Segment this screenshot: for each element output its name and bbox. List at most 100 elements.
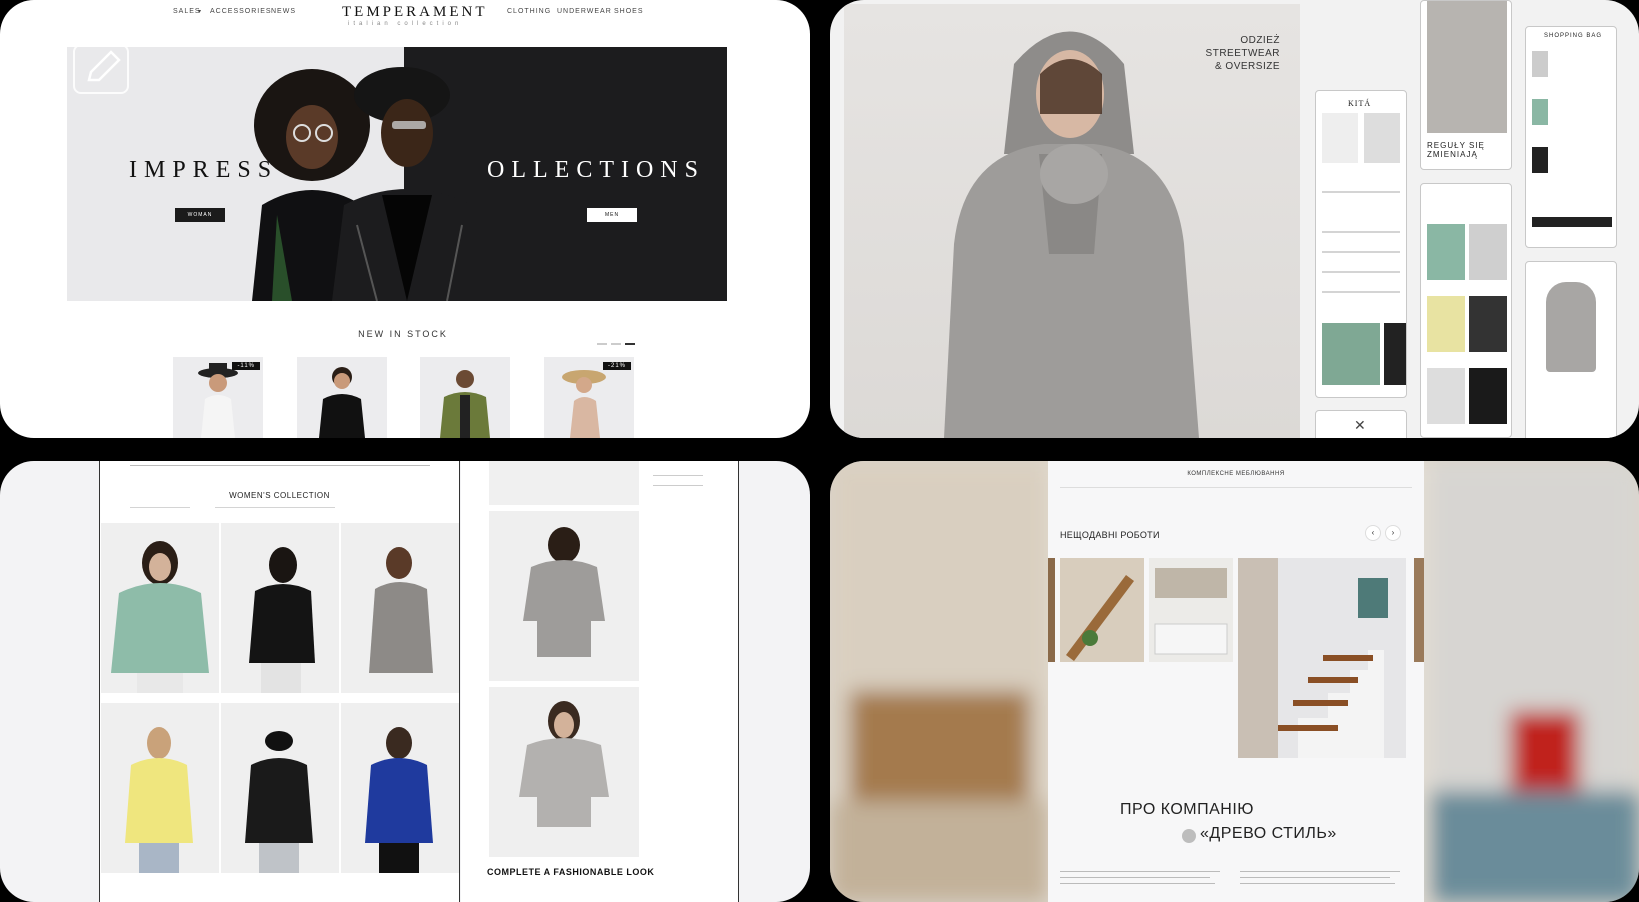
nav-news[interactable]: NEWS xyxy=(271,8,296,15)
product-thumb[interactable] xyxy=(1427,224,1465,280)
drevo-style-preview: КОМПЛЕКСНЕ МЕБЛЮВАННЯ НЕЩОДАВНІ РОБОТИ ‹… xyxy=(830,461,1639,902)
gallery-photo[interactable] xyxy=(1060,558,1144,662)
brand-logo: KITÁ xyxy=(1348,99,1372,108)
filter-row[interactable] xyxy=(1322,291,1400,293)
pager-dot-active[interactable] xyxy=(625,343,635,345)
slogan-line: ZMIENIAJĄ xyxy=(1427,150,1478,159)
gallery-photo[interactable] xyxy=(1149,558,1233,662)
filter-row[interactable] xyxy=(1322,271,1400,273)
product-gallery-image[interactable] xyxy=(489,687,639,857)
hero-right-heading: OLLECTIONS xyxy=(487,157,705,183)
filter-row[interactable] xyxy=(1322,251,1400,253)
product-thumb[interactable] xyxy=(1469,224,1507,280)
add-to-cart-button[interactable] xyxy=(653,485,703,486)
product-card[interactable]: -21% xyxy=(544,357,634,438)
pager-dot[interactable] xyxy=(611,343,621,345)
edit-icon[interactable] xyxy=(73,44,129,94)
brand-logo[interactable]: TEMPERAMENT xyxy=(342,4,488,21)
product-detail-page: COMPLETE A FASHIONABLE LOOK xyxy=(461,461,739,902)
slogan: REGUŁY SIĘ ZMIENIAJĄ xyxy=(1427,141,1485,159)
nav-sales[interactable]: SALES xyxy=(173,8,201,15)
discount-badge: -21% xyxy=(602,362,631,370)
category-tabs[interactable] xyxy=(215,507,335,508)
cart-item-thumb xyxy=(1532,147,1548,173)
men-button[interactable]: MEN xyxy=(587,208,637,222)
checkout-button[interactable] xyxy=(1532,217,1612,227)
product-card[interactable] xyxy=(420,357,510,438)
size-selector[interactable] xyxy=(653,475,703,476)
stairs-image xyxy=(1238,558,1406,758)
product-image xyxy=(1546,282,1596,372)
gallery-photo[interactable] xyxy=(1414,558,1424,662)
carousel-prev-button[interactable]: ‹ xyxy=(1365,525,1381,541)
top-menu-bar xyxy=(130,465,430,466)
brand-tagline: italian collection xyxy=(348,21,463,27)
product-image xyxy=(245,731,313,873)
product-gallery-image[interactable] xyxy=(489,511,639,681)
product-thumb[interactable] xyxy=(1469,296,1507,352)
product-card[interactable] xyxy=(101,523,219,693)
nav-accessories[interactable]: ACCESSORIES xyxy=(210,8,272,15)
kita-streetwear-preview: ODZIEŻ STREETWEAR & OVERSIZE KITÁ ✕ REGU… xyxy=(830,0,1639,438)
product-card[interactable] xyxy=(297,357,387,438)
product-image xyxy=(519,701,609,827)
product-image xyxy=(523,527,605,657)
temperament-website-preview: SALES ▾ ACCESSORIES NEWS CLOTHING UNDERW… xyxy=(0,0,810,438)
divider xyxy=(1060,487,1412,488)
description-text xyxy=(1240,883,1395,884)
nav-shoes[interactable]: SHOES xyxy=(614,8,644,15)
hero-models-image xyxy=(252,67,484,301)
filter-row[interactable] xyxy=(1322,191,1400,193)
caption-line: ODZIEŻ xyxy=(1240,35,1280,46)
product-thumb[interactable] xyxy=(1364,113,1400,163)
mobile-mockup-detail xyxy=(1525,261,1617,438)
gallery-photo[interactable] xyxy=(1048,558,1055,662)
product-thumb[interactable] xyxy=(1469,368,1507,424)
product-thumb[interactable] xyxy=(1427,368,1465,424)
product-card[interactable] xyxy=(221,703,339,873)
description-text xyxy=(1060,883,1215,884)
hoodie-model-photo: ODZIEŻ STREETWEAR & OVERSIZE xyxy=(844,4,1300,438)
nav-underwear[interactable]: UNDERWEAR xyxy=(557,8,612,15)
product-image xyxy=(365,727,433,873)
staircase-image xyxy=(1060,558,1144,662)
recent-works-heading: НЕЩОДАВНІ РОБОТИ xyxy=(1060,530,1160,540)
product-thumb[interactable] xyxy=(1427,296,1465,352)
caption-line: & OVERSIZE xyxy=(1214,61,1280,72)
cart-item-thumb xyxy=(1532,51,1548,77)
section-label: КОМПЛЕКСНЕ МЕБЛЮВАННЯ xyxy=(1187,471,1285,477)
pager-dot[interactable] xyxy=(597,343,607,345)
womens-collection-preview: WOMEN'S COLLECTION COMPLETE A FASHIONABL… xyxy=(0,461,810,902)
gallery-photo-featured[interactable] xyxy=(1238,558,1406,758)
woman-button[interactable]: WOMAN xyxy=(175,208,225,222)
mobile-mockup-product: KITÁ xyxy=(1315,90,1407,398)
product-thumb[interactable] xyxy=(1384,323,1406,385)
filter-row[interactable] xyxy=(1322,231,1400,233)
product-card[interactable] xyxy=(341,523,459,693)
complete-look-heading: COMPLETE A FASHIONABLE LOOK xyxy=(487,867,655,877)
mobile-mockup-cart: SHOPPING BAG xyxy=(1525,26,1617,248)
product-image xyxy=(319,367,365,438)
hero-banner: IMPRESS OLLECTIONS WOMAN MEN xyxy=(67,47,727,301)
close-icon[interactable]: ✕ xyxy=(1354,417,1366,434)
pencil-icon xyxy=(87,50,121,82)
carousel-next-button[interactable]: › xyxy=(1385,525,1401,541)
product-image xyxy=(249,547,315,693)
brand-logo-icon xyxy=(1182,829,1196,843)
product-card[interactable]: -11% xyxy=(173,357,263,438)
product-image xyxy=(440,370,490,438)
description-text xyxy=(1060,871,1220,872)
slogan-line: REGUŁY SIĘ xyxy=(1427,141,1485,150)
new-in-stock-heading: NEW IN STOCK xyxy=(358,329,448,339)
product-thumb[interactable] xyxy=(1322,113,1358,163)
description-text xyxy=(1240,877,1390,878)
product-thumb[interactable] xyxy=(1322,323,1380,385)
kitchen-image xyxy=(1149,558,1233,662)
filter-bar[interactable] xyxy=(130,507,190,508)
category-caption: ODZIEŻ STREETWEAR & OVERSIZE xyxy=(1206,34,1280,73)
nav-clothing[interactable]: CLOTHING xyxy=(507,8,551,15)
product-card[interactable] xyxy=(341,703,459,873)
product-card[interactable] xyxy=(101,703,219,873)
shopping-bag-title: SHOPPING BAG xyxy=(1544,33,1603,39)
product-card[interactable] xyxy=(221,523,339,693)
